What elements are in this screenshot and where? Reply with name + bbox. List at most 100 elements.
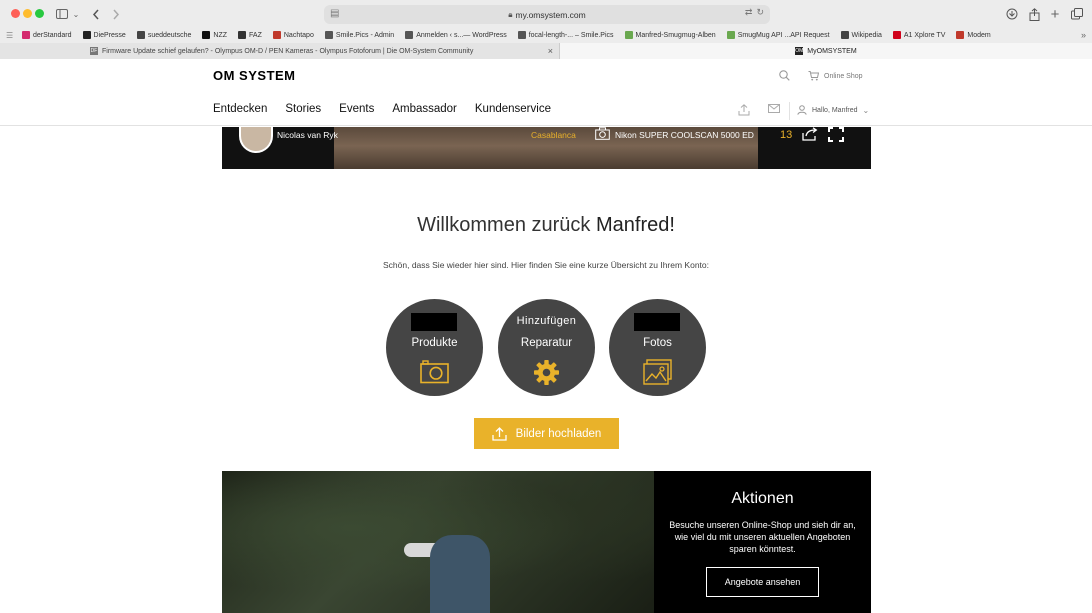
page-menu-icon[interactable]: ▤ — [330, 8, 339, 19]
redacted-block — [411, 313, 457, 331]
smugmug-icon — [624, 31, 633, 39]
modem-icon — [956, 31, 965, 39]
minimize-window-button[interactable] — [23, 9, 32, 18]
translate-icon[interactable]: ⇄ — [745, 7, 753, 18]
bookmark-label: Nachtapo — [283, 31, 314, 39]
upload-icon[interactable] — [738, 104, 750, 119]
page-title: Willkommen zurück Manfred! — [417, 214, 675, 236]
main-nav: Entdecken Stories Events Ambassador Kund… — [213, 103, 551, 115]
diepresse-icon — [82, 31, 91, 39]
bookmark-label: NZZ — [213, 31, 228, 39]
forum-favicon-icon: DF — [90, 47, 98, 55]
bookmarks-bar: ☰ derStandard DiePresse sueddeutsche NZZ FAZ… — [0, 28, 1092, 42]
reparatur-button[interactable]: Hinzufügen Reparatur — [498, 299, 595, 396]
bookmark-label: Wikipedia — [851, 31, 882, 39]
nav-item-stories[interactable]: Stories — [285, 103, 321, 115]
avatar[interactable] — [239, 127, 273, 153]
bookmark-item[interactable]: Wikipedia — [840, 31, 882, 39]
produkte-button[interactable]: Produkte — [386, 299, 483, 396]
bookmark-label: derStandard — [33, 31, 72, 39]
bookmark-item[interactable]: SmugMug API ...API Request — [726, 31, 830, 39]
close-window-button[interactable] — [11, 9, 20, 18]
bookmark-item[interactable]: sueddeutsche — [136, 31, 191, 39]
tab-bar: DF Firmware Update schief gelaufen? - Ol… — [0, 43, 1092, 59]
chevron-down-icon[interactable]: ⌄ — [72, 4, 80, 24]
bookmark-item[interactable]: NZZ — [202, 31, 227, 39]
wikipedia-icon — [840, 31, 849, 39]
bookmark-item[interactable]: Manfred-Smugmug-Alben — [624, 31, 716, 39]
bookmark-item[interactable]: Modem — [956, 31, 991, 39]
online-shop-label: Online Shop — [824, 72, 863, 80]
bookmark-label: Anmelden ‹ s...— WordPress — [416, 31, 507, 39]
close-tab-icon[interactable]: × — [548, 46, 553, 56]
zoom-window-button[interactable] — [35, 9, 44, 18]
bookmark-item[interactable]: A1 Xplore TV — [892, 31, 945, 39]
fullscreen-icon[interactable] — [828, 127, 844, 142]
nav-item-kundenservice[interactable]: Kundenservice — [475, 103, 551, 115]
bookmark-label: FAZ — [249, 31, 262, 39]
view-offers-button[interactable]: Angebote ansehen — [706, 567, 819, 597]
new-tab-icon[interactable]: + — [1049, 4, 1061, 24]
bookmark-item[interactable]: FAZ — [238, 31, 262, 39]
circle-label: Reparatur — [520, 337, 573, 349]
bookmark-item[interactable]: Smile.Pics - Admin — [324, 31, 395, 39]
nav-item-entdecken[interactable]: Entdecken — [213, 103, 267, 115]
tab-title: MyOMSYSTEM — [807, 47, 857, 55]
address-bar[interactable]: ▤ 🔒︎ my.omsystem.com ⇄ ↻ — [324, 5, 770, 24]
downloads-icon[interactable] — [1005, 4, 1019, 24]
aktionen-section: Aktionen Besuche unseren Online-Shop und… — [222, 471, 871, 613]
upload-label: Bilder hochladen — [515, 427, 602, 440]
bookmark-label: Modem — [967, 31, 991, 39]
faz-icon — [238, 31, 247, 39]
smilepics-icon — [517, 31, 526, 39]
camera-icon — [595, 127, 610, 140]
bookmark-item[interactable]: derStandard — [22, 31, 72, 39]
promo-photo-subject — [430, 535, 490, 613]
nav-item-ambassador[interactable]: Ambassador — [392, 103, 457, 115]
tab-myomsystem[interactable]: OM MyOMSYSTEM — [560, 43, 1092, 59]
wordpress-icon — [405, 31, 414, 39]
om-system-logo[interactable]: OM SYSTEM — [213, 68, 296, 83]
redacted-block — [634, 313, 680, 331]
sidebar-toggle-icon[interactable] — [55, 4, 69, 24]
nav-item-events[interactable]: Events — [339, 103, 374, 115]
bookmark-item[interactable]: Anmelden ‹ s...— WordPress — [405, 31, 507, 39]
site-header: OM SYSTEM Online Shop Entdecken Stories … — [0, 59, 1092, 126]
tab-forum[interactable]: DF Firmware Update schief gelaufen? - Ol… — [0, 43, 560, 59]
derstandard-icon — [22, 31, 30, 39]
more-bookmarks-icon[interactable]: » — [1081, 30, 1086, 40]
forward-button[interactable] — [110, 4, 122, 24]
fotos-button[interactable]: Fotos — [609, 299, 706, 396]
user-name: Manfred! — [595, 214, 675, 236]
photos-icon — [643, 359, 672, 385]
bookmark-label: Manfred-Smugmug-Alben — [635, 31, 716, 39]
share-icon[interactable] — [802, 127, 818, 141]
bookmark-label: SmugMug API ...API Request — [737, 31, 830, 39]
hinzufuegen-label: Hinzufügen — [516, 315, 577, 327]
bookmark-item[interactable]: focal-length-... – Smile.Pics — [517, 31, 614, 39]
nachtapo-icon — [272, 31, 281, 39]
browser-chrome: ⌄ ▤ 🔒︎ my.omsystem.com ⇄ ↻ + ☰ derStanda… — [0, 0, 1092, 59]
mail-icon[interactable] — [768, 104, 780, 116]
bookmark-item[interactable]: Nachtapo — [272, 31, 314, 39]
back-button[interactable] — [90, 4, 102, 24]
url-text: my.omsystem.com — [515, 9, 586, 20]
bookmark-item[interactable]: DiePresse — [82, 31, 126, 39]
header-divider — [789, 102, 790, 120]
bookmark-label: Smile.Pics - Admin — [335, 31, 395, 39]
online-shop-link[interactable]: Online Shop — [808, 71, 863, 81]
cart-icon — [808, 71, 819, 81]
search-icon[interactable] — [779, 70, 790, 84]
photo-author[interactable]: Nicolas van Ryk — [277, 130, 338, 140]
reading-list-icon[interactable]: ☰ — [6, 31, 16, 40]
chevron-down-icon: ⌄ — [862, 105, 870, 115]
upload-photos-button[interactable]: Bilder hochladen — [474, 418, 619, 449]
tab-overview-icon[interactable] — [1070, 4, 1084, 24]
reload-icon[interactable]: ↻ — [756, 7, 764, 18]
user-menu[interactable]: Hallo, Manfred ⌄ — [797, 105, 869, 115]
upload-icon — [492, 426, 507, 441]
share-icon[interactable] — [1027, 4, 1041, 24]
smugmug-icon — [726, 31, 735, 39]
tab-title: Firmware Update schief gelaufen? - Olymp… — [102, 47, 474, 55]
featured-photo-strip: Nicolas van Ryk Casablanca Nikon SUPER C… — [222, 127, 871, 169]
